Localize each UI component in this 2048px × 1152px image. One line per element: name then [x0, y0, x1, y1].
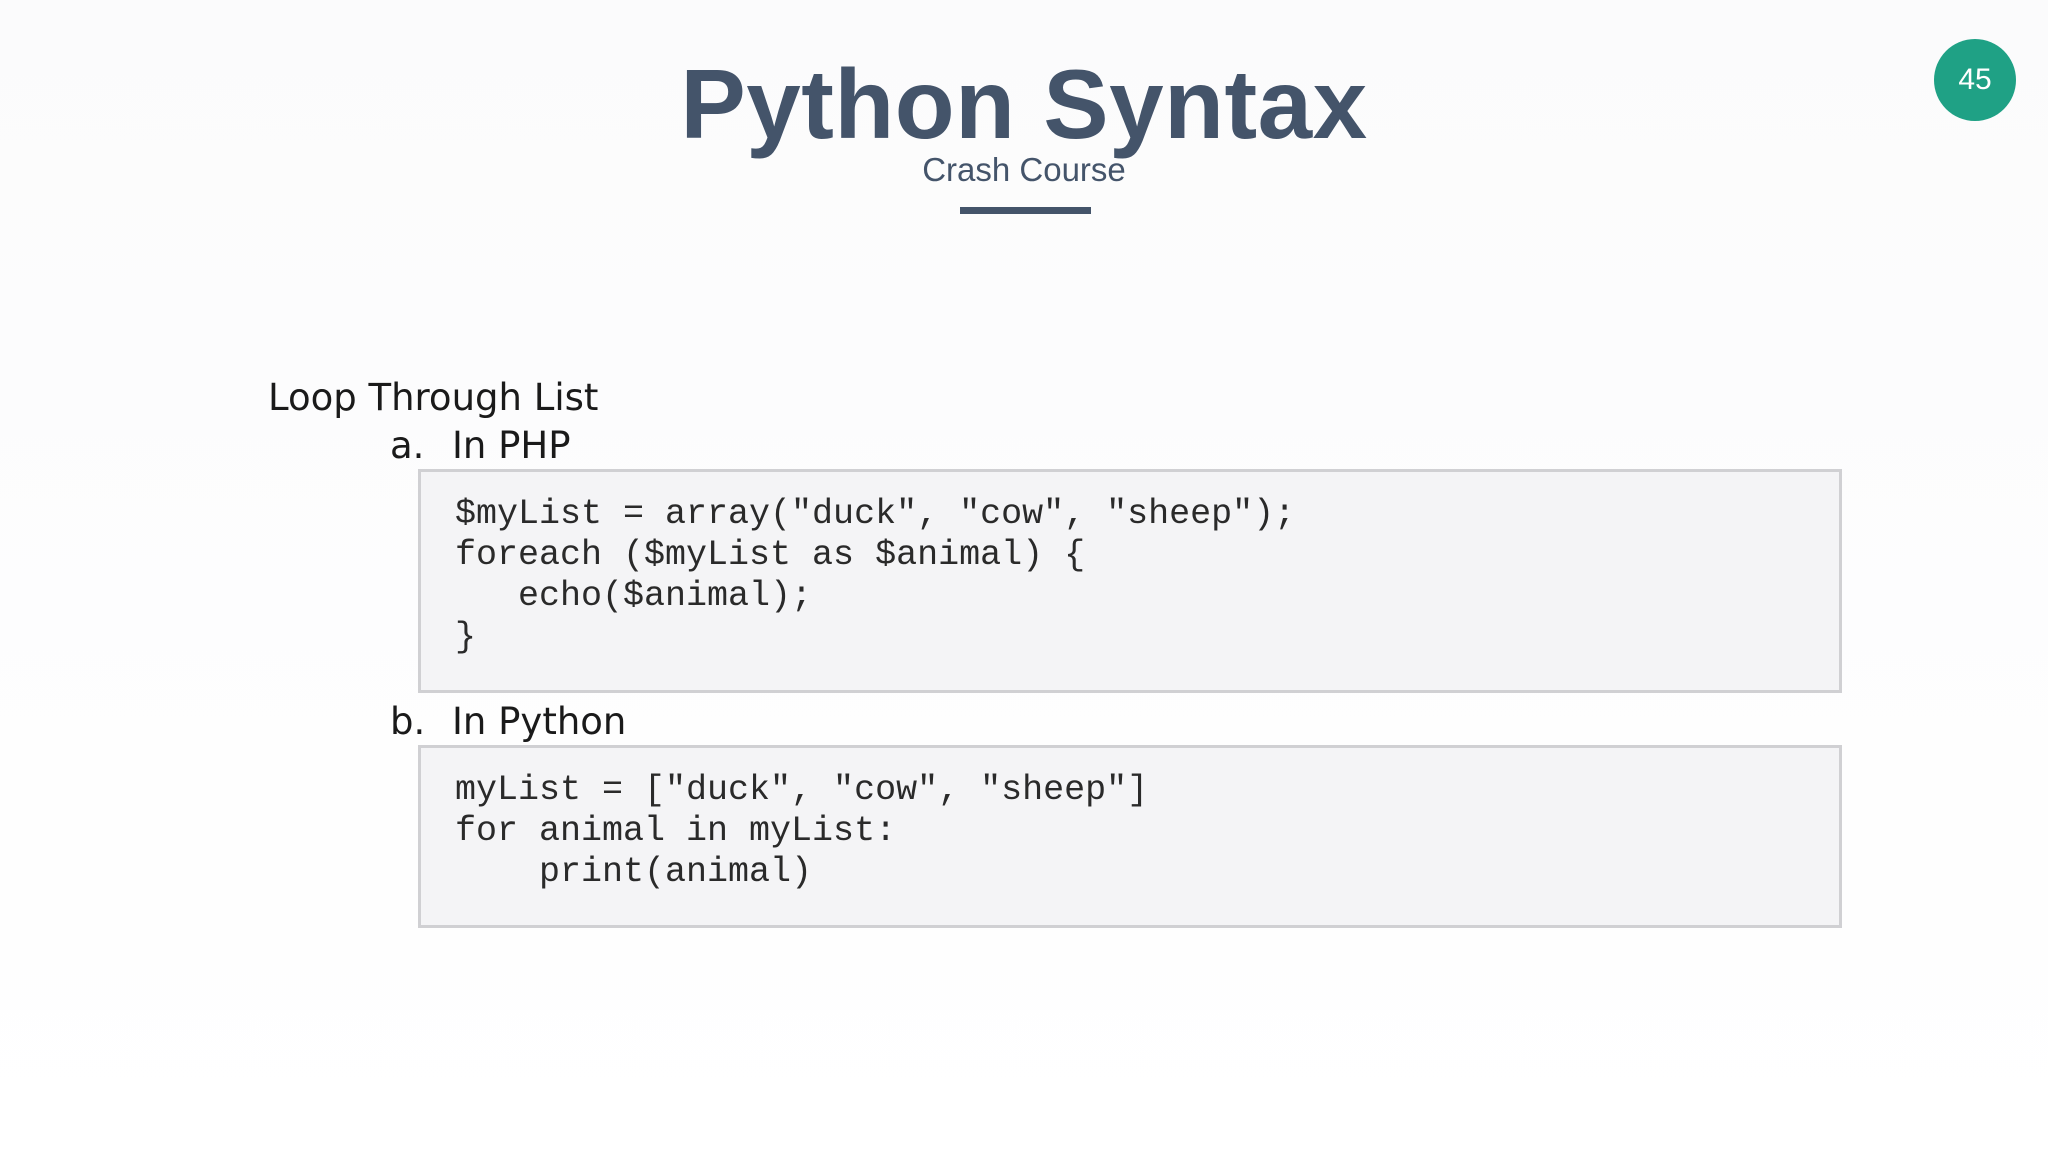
- page-number-badge: 45: [1934, 39, 2016, 121]
- php-code-block: $myList = array("duck", "cow", "sheep");…: [418, 469, 1842, 693]
- python-code-block: myList = ["duck", "cow", "sheep"] for an…: [418, 745, 1842, 928]
- section-heading: Loop Through List: [268, 376, 599, 419]
- title-underline: [960, 207, 1091, 214]
- slide-subtitle: Crash Course: [922, 151, 1126, 188]
- list-item-label: In PHP: [452, 424, 571, 467]
- code-line: foreach ($myList as $animal) {: [455, 535, 1086, 575]
- code-line: }: [455, 617, 477, 657]
- slide-title: Python Syntax: [680, 49, 1368, 159]
- code-line: for animal in myList:: [455, 811, 897, 851]
- list-item-python: b. In Python: [390, 698, 626, 746]
- list-marker: a.: [390, 424, 425, 467]
- list-marker: b.: [390, 700, 426, 743]
- code-line: echo($animal);: [455, 576, 813, 616]
- list-item-label: In Python: [452, 700, 627, 743]
- slide: Python Syntax Crash Course 45 Loop Throu…: [0, 0, 2048, 1152]
- code-line: myList = ["duck", "cow", "sheep"]: [455, 770, 1149, 810]
- code-line: print(animal): [455, 852, 813, 892]
- list-item-php: a. In PHP: [390, 422, 571, 470]
- code-line: $myList = array("duck", "cow", "sheep");: [455, 494, 1296, 534]
